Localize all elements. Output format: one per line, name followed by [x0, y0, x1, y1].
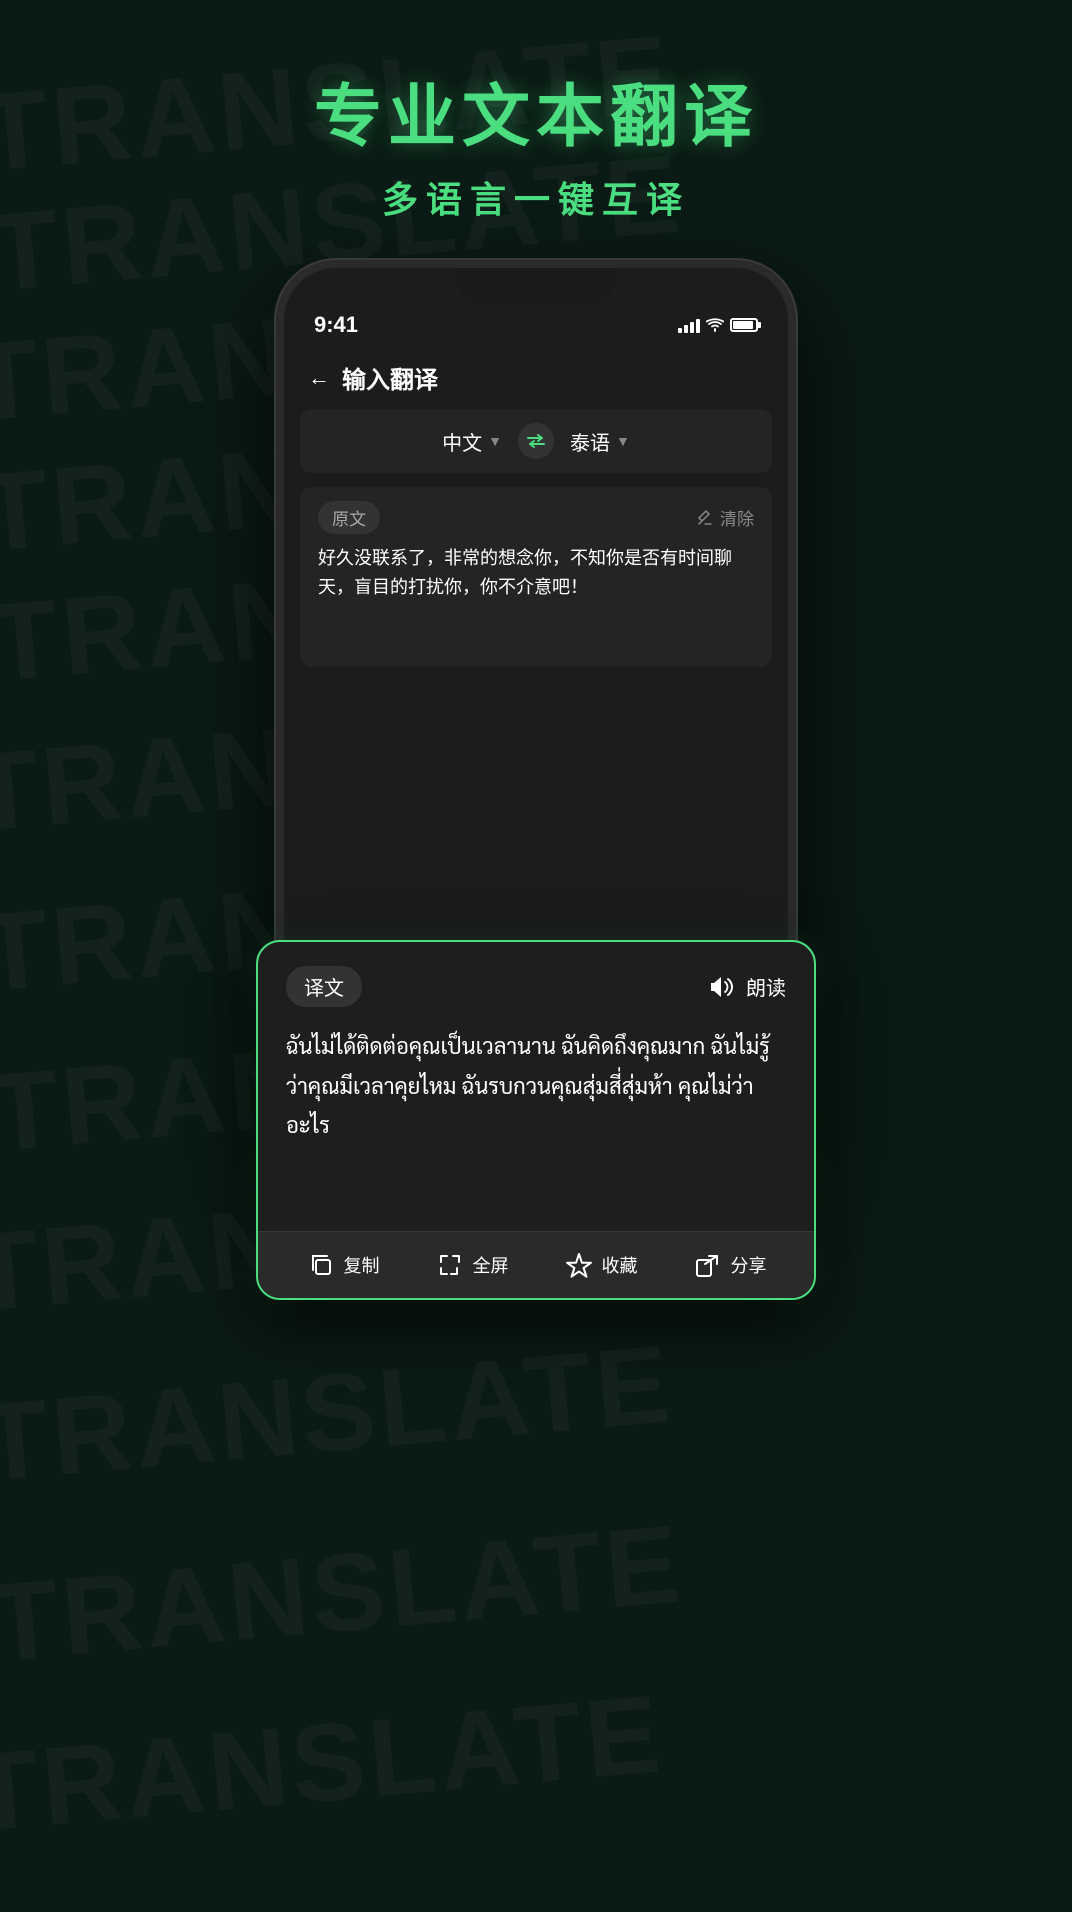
share-label: 分享	[731, 1252, 767, 1278]
fullscreen-label: 全屏	[473, 1252, 509, 1278]
main-content: 专业文本翻译 多语言一键互译 9:41	[0, 0, 1072, 1912]
clear-button[interactable]: 清除	[696, 505, 754, 530]
copy-icon	[306, 1250, 336, 1280]
share-action[interactable]: 分享	[693, 1250, 767, 1280]
share-icon	[693, 1250, 723, 1280]
clear-label: 清除	[720, 505, 754, 530]
translation-card: 译文 朗读 ฉันไม่ได้ติดต่อคุณเป็นเวลานาน ฉันค…	[256, 940, 816, 1300]
fullscreen-action[interactable]: 全屏	[435, 1250, 509, 1280]
phone-notch	[456, 268, 616, 302]
target-language[interactable]: 泰语 ▼	[570, 427, 630, 456]
speaker-icon	[710, 975, 738, 999]
translation-text: ฉันไม่ได้ติดต่อคุณเป็นเวลานาน ฉันคิดถึงค…	[286, 1027, 786, 1207]
language-selector[interactable]: 中文 ▼ 泰语 ▼	[300, 409, 772, 473]
target-lang-arrow: ▼	[616, 433, 630, 449]
eraser-icon	[696, 509, 714, 527]
back-button[interactable]: ←	[308, 365, 330, 391]
signal-icon	[678, 317, 700, 333]
action-bar: 复制 全屏 收藏	[258, 1231, 814, 1298]
title-main: 专业文本翻译	[314, 80, 758, 155]
app-header: ← 输入翻译	[284, 346, 788, 409]
source-language-label: 中文	[442, 427, 482, 456]
fullscreen-icon	[435, 1250, 465, 1280]
app-title: 输入翻译	[342, 360, 438, 395]
status-time: 9:41	[314, 312, 358, 338]
star-label: 收藏	[602, 1252, 638, 1278]
copy-action[interactable]: 复制	[306, 1250, 380, 1280]
translation-badge: 译文	[286, 966, 362, 1007]
source-lang-arrow: ▼	[488, 433, 502, 449]
wifi-icon	[706, 318, 724, 332]
input-label-row: 原文 清除	[318, 501, 754, 534]
star-action[interactable]: 收藏	[564, 1250, 638, 1280]
input-text: 好久没联系了，非常的想念你，不知你是否有时间聊天，盲目的打扰你，你不介意吧！	[318, 544, 754, 602]
swap-language-button[interactable]	[518, 423, 554, 459]
target-language-label: 泰语	[570, 427, 610, 456]
read-aloud-button[interactable]: 朗读	[710, 972, 786, 1001]
input-label-badge: 原文	[318, 501, 380, 534]
star-icon	[564, 1250, 594, 1280]
header-section: 专业文本翻译 多语言一键互译	[314, 80, 758, 223]
translation-card-inner: 译文 朗读 ฉันไม่ได้ติดต่อคุณเป็นเวลานาน ฉันค…	[258, 942, 814, 1231]
translation-header: 译文 朗读	[286, 966, 786, 1007]
source-language[interactable]: 中文 ▼	[442, 427, 502, 456]
read-aloud-label: 朗读	[746, 972, 786, 1001]
copy-label: 复制	[344, 1252, 380, 1278]
battery-icon	[730, 318, 758, 332]
title-sub: 多语言一键互译	[314, 171, 758, 223]
input-area[interactable]: 原文 清除 好久没联系了，非常的想念你，不知你是否有时间聊天，盲目的打扰你，你不…	[300, 487, 772, 667]
status-icons	[678, 317, 758, 333]
